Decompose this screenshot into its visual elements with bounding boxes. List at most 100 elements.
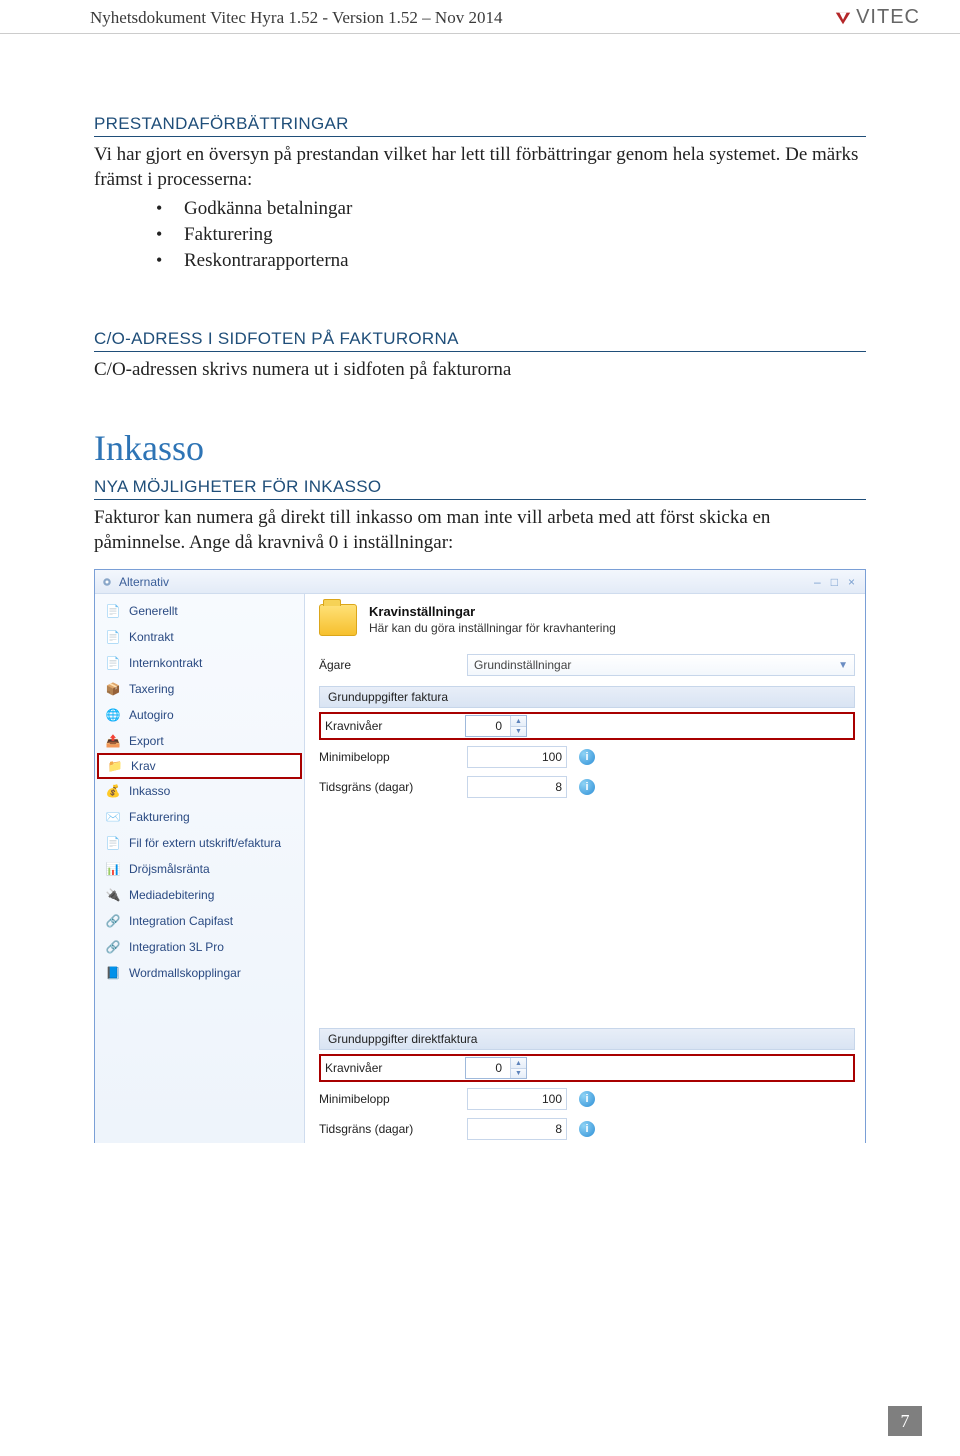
maximize-icon[interactable]: □ bbox=[831, 575, 838, 589]
globe-icon: 🌐 bbox=[105, 707, 121, 723]
sidebar-item-label: Integration Capifast bbox=[129, 914, 233, 928]
contract-icon: 📄 bbox=[105, 629, 121, 645]
sidebar-item-taxering[interactable]: 📦Taxering bbox=[95, 676, 304, 702]
money-icon: 💰 bbox=[105, 783, 121, 799]
tidsgrans-input[interactable]: 8 bbox=[467, 776, 567, 798]
sidebar-item-inkasso[interactable]: 💰Inkasso bbox=[95, 778, 304, 804]
contract-icon: 📄 bbox=[105, 655, 121, 671]
info-icon[interactable]: i bbox=[579, 749, 595, 765]
settings-panel: Kravinställningar Här kan du göra instäl… bbox=[305, 594, 865, 1143]
group-header-faktura: Grunduppgifter faktura bbox=[319, 686, 855, 708]
logo: VITEC bbox=[834, 6, 920, 29]
minimize-icon[interactable]: – bbox=[814, 575, 821, 589]
para-prestanda: Vi har gjort en översyn på prestandan vi… bbox=[94, 143, 866, 192]
tidsgrans2-label: Tidsgräns (dagar) bbox=[319, 1122, 459, 1136]
step-up-icon[interactable]: ▲ bbox=[511, 716, 526, 727]
panel-folder-icon bbox=[319, 604, 357, 636]
minimibelopp2-value: 100 bbox=[542, 1092, 562, 1106]
sidebar-item-generellt[interactable]: 📄 Generellt bbox=[95, 598, 304, 624]
chevron-down-icon: ▼ bbox=[838, 660, 848, 671]
sidebar-item-label: Mediadebitering bbox=[129, 888, 214, 902]
sidebar-item-label: Integration 3L Pro bbox=[129, 940, 224, 954]
sidebar-item-label: Kontrakt bbox=[129, 630, 174, 644]
bullet-list: Godkänna betalningar Fakturering Reskont… bbox=[156, 196, 866, 273]
sidebar-item-label: Dröjsmålsränta bbox=[129, 862, 210, 876]
mail-icon: ✉️ bbox=[105, 809, 121, 825]
minimibelopp2-input[interactable]: 100 bbox=[467, 1088, 567, 1110]
settings-window: Alternativ – □ × 📄 Generellt 📄 Kontrakt 📄 I… bbox=[94, 569, 866, 1143]
group-header-direktfaktura: Grunduppgifter direktfaktura bbox=[319, 1028, 855, 1050]
step-down-icon[interactable]: ▼ bbox=[511, 727, 526, 737]
info-icon[interactable]: i bbox=[579, 1091, 595, 1107]
info-icon[interactable]: i bbox=[579, 779, 595, 795]
sidebar-item-internkontrakt[interactable]: 📄 Internkontrakt bbox=[95, 650, 304, 676]
sidebar-item-label: Export bbox=[129, 734, 164, 748]
sidebar-item-externutskrift[interactable]: 📄 Fil för extern utskrift/efaktura bbox=[95, 830, 304, 856]
section-heading-inkasso: NYA MÖJLIGHETER FÖR INKASSO bbox=[94, 477, 866, 500]
tidsgrans2-value: 8 bbox=[555, 1122, 562, 1136]
header-title: Nyhetsdokument Vitec Hyra 1.52 - Version… bbox=[90, 8, 502, 28]
sidebar-item-label: Generellt bbox=[129, 604, 178, 618]
logo-icon bbox=[834, 9, 852, 27]
owner-label: Ägare bbox=[319, 658, 459, 672]
sidebar-item-label: Fil för extern utskrift/efaktura bbox=[129, 836, 281, 850]
logo-text: VITEC bbox=[856, 6, 920, 29]
sidebar-item-label: Internkontrakt bbox=[129, 656, 202, 670]
section-title-inkasso: Inkasso bbox=[94, 427, 866, 469]
info-icon[interactable]: i bbox=[579, 1121, 595, 1137]
export-icon: 📤 bbox=[105, 733, 121, 749]
sidebar-item-label: Krav bbox=[131, 759, 156, 773]
kravnivaer-stepper[interactable]: 0 ▲▼ bbox=[465, 715, 527, 737]
sidebar-item-fakturering[interactable]: ✉️Fakturering bbox=[95, 804, 304, 830]
tidsgrans2-input[interactable]: 8 bbox=[467, 1118, 567, 1140]
percent-icon: 📊 bbox=[105, 861, 121, 877]
media-icon: 🔌 bbox=[105, 887, 121, 903]
document-header: Nyhetsdokument Vitec Hyra 1.52 - Version… bbox=[0, 0, 960, 34]
sidebar-item-capifast[interactable]: 🔗 Integration Capifast bbox=[95, 908, 304, 934]
sidebar-item-krav[interactable]: 📁 Krav bbox=[97, 753, 302, 779]
kravnivaer2-label: Kravnivåer bbox=[325, 1061, 457, 1075]
section-heading-prestanda: PRESTANDAFÖRBÄTTRINGAR bbox=[94, 114, 866, 137]
bullet-item: Fakturering bbox=[156, 222, 866, 248]
sidebar-item-export[interactable]: 📤 Export bbox=[95, 728, 304, 754]
sidebar-item-autogiro[interactable]: 🌐 Autogiro bbox=[95, 702, 304, 728]
sidebar-item-label: Autogiro bbox=[129, 708, 174, 722]
kravnivaer-row-highlight: Kravnivåer 0 ▲▼ bbox=[319, 712, 855, 740]
kravnivaer-label: Kravnivåer bbox=[325, 719, 457, 733]
page-number: 7 bbox=[888, 1406, 922, 1436]
minimibelopp-input[interactable]: 100 bbox=[467, 746, 567, 768]
sidebar-item-mediadebitering[interactable]: 🔌 Mediadebitering bbox=[95, 882, 304, 908]
para-coadress: C/O-adressen skrivs numera ut i sidfoten… bbox=[94, 358, 866, 383]
sidebar-item-3lpro[interactable]: 🔗 Integration 3L Pro bbox=[95, 934, 304, 960]
window-titlebar: Alternativ – □ × bbox=[95, 570, 865, 594]
kravnivaer-value: 0 bbox=[495, 719, 506, 733]
kravnivaer2-row-highlight: Kravnivåer 0 ▲▼ bbox=[319, 1054, 855, 1082]
owner-value: Grundinställningar bbox=[474, 658, 571, 672]
box-icon: 📦 bbox=[105, 681, 121, 697]
document-icon: 📄 bbox=[105, 603, 121, 619]
minimibelopp-label: Minimibelopp bbox=[319, 750, 459, 764]
file-icon: 📄 bbox=[105, 835, 121, 851]
owner-dropdown[interactable]: Grundinställningar ▼ bbox=[467, 654, 855, 676]
folder-icon: 📁 bbox=[107, 758, 123, 774]
step-down-icon[interactable]: ▼ bbox=[511, 1069, 526, 1079]
bullet-item: Reskontrarapporterna bbox=[156, 248, 866, 274]
minimibelopp-value: 100 bbox=[542, 750, 562, 764]
panel-title: Kravinställningar bbox=[369, 604, 616, 619]
close-icon[interactable]: × bbox=[848, 575, 855, 589]
tidsgrans-label: Tidsgräns (dagar) bbox=[319, 780, 459, 794]
sidebar-item-wordmalls[interactable]: 📘 Wordmallskopplingar bbox=[95, 960, 304, 986]
sidebar-item-drojsmalsranta[interactable]: 📊 Dröjsmålsränta bbox=[95, 856, 304, 882]
sidebar-item-kontrakt[interactable]: 📄 Kontrakt bbox=[95, 624, 304, 650]
window-title: Alternativ bbox=[119, 575, 169, 589]
sidebar-item-label: Wordmallskopplingar bbox=[129, 966, 241, 980]
word-icon: 📘 bbox=[105, 965, 121, 981]
step-up-icon[interactable]: ▲ bbox=[511, 1058, 526, 1069]
kravnivaer2-stepper[interactable]: 0 ▲▼ bbox=[465, 1057, 527, 1079]
integration-icon: 🔗 bbox=[105, 913, 121, 929]
integration-icon: 🔗 bbox=[105, 939, 121, 955]
para-inkasso: Fakturor kan numera gå direkt till inkas… bbox=[94, 506, 866, 555]
kravnivaer2-value: 0 bbox=[495, 1061, 506, 1075]
bullet-item: Godkänna betalningar bbox=[156, 196, 866, 222]
gear-icon bbox=[101, 576, 113, 588]
